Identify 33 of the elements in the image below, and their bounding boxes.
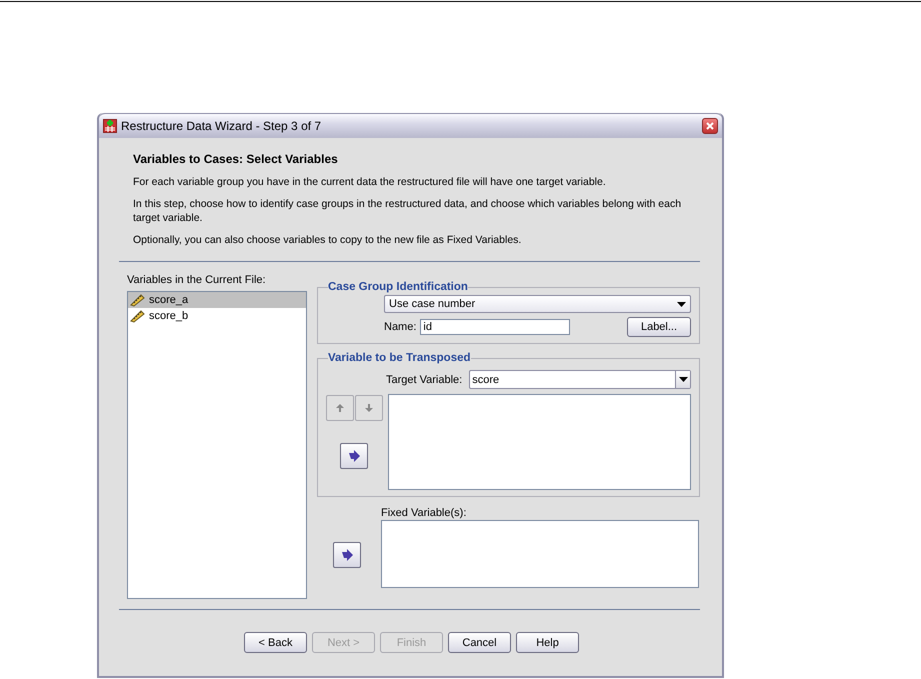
move-right-button[interactable] bbox=[340, 443, 368, 469]
caret-icon bbox=[678, 377, 688, 382]
fixed-variables-label: Fixed Variable(s): bbox=[381, 507, 468, 519]
caret-icon bbox=[677, 302, 686, 306]
ruler-icon bbox=[130, 310, 145, 322]
grid-plus-icon bbox=[103, 119, 117, 133]
method-dropdown[interactable]: Use case number bbox=[384, 295, 691, 313]
variable-item[interactable]: score_b bbox=[128, 308, 306, 324]
wizard-button[interactable]: Cancel bbox=[448, 632, 511, 653]
variable-item[interactable]: score_a bbox=[128, 292, 306, 308]
instruction-text: Optionally, you can also choose variables to copy to the new file as Fixed Variables. bbox=[133, 233, 522, 247]
right-arrow-icon bbox=[348, 450, 360, 462]
target-dropdown[interactable]: score bbox=[469, 370, 691, 389]
instruction-text: In this step, choose how to identify case groups in the restructured data, and choose which variables belong with each target variable. bbox=[133, 197, 682, 225]
target-label: Target Variable: bbox=[386, 374, 462, 386]
instruction-text: For each variable group you have in the current data the restructured file will have one target variable. bbox=[133, 175, 607, 189]
move-right-button[interactable] bbox=[333, 542, 361, 568]
name-field[interactable]: id bbox=[420, 319, 570, 335]
name-label: Name: bbox=[384, 321, 416, 333]
list-label: Variables in the Current File: bbox=[127, 274, 267, 286]
window-title: Restructure Data Wizard - Step 3 of 7 bbox=[121, 119, 322, 133]
group-title: Variable to be Transposed bbox=[328, 352, 471, 364]
close-button[interactable] bbox=[702, 118, 718, 134]
ruler-icon bbox=[130, 294, 145, 306]
close-icon bbox=[705, 121, 715, 131]
group-title: Case Group Identification bbox=[328, 281, 468, 293]
down-arrow-icon bbox=[364, 403, 374, 413]
wizard-button[interactable]: Help bbox=[516, 632, 579, 653]
label-button[interactable]: Label... bbox=[627, 317, 691, 337]
wizard-button[interactable]: < Back bbox=[244, 632, 307, 653]
up-arrow-icon bbox=[335, 403, 345, 413]
right-arrow-icon bbox=[341, 548, 353, 560]
step-heading: Variables to Cases: Select Variables bbox=[133, 152, 339, 166]
